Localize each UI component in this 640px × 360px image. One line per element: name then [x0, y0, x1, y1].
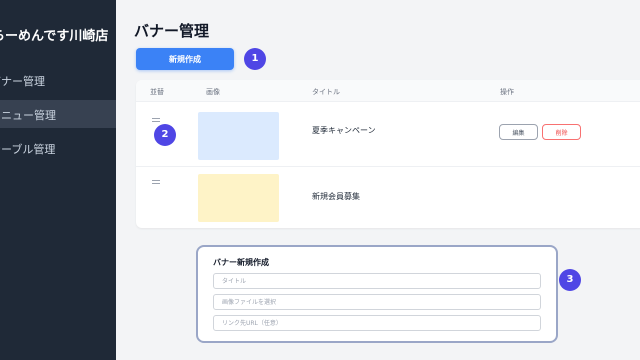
step-badge-3: 3	[559, 269, 581, 291]
column-header-sort: 並替	[150, 88, 164, 96]
shop-name: らーめんです川崎店	[0, 29, 109, 44]
column-header-title: タイトル	[312, 88, 340, 96]
delete-button[interactable]: 削除	[542, 124, 581, 140]
column-header-actions: 操作	[500, 88, 514, 96]
form-title: バナー新規作成	[213, 258, 269, 267]
new-banner-form: バナー新規作成	[196, 245, 558, 343]
step-badge-2: 2	[154, 124, 176, 146]
drag-handle-icon[interactable]	[152, 118, 160, 122]
sidebar: らーめんです川崎店 バナー管理 メニュー管理 テーブル管理	[0, 0, 116, 360]
sidebar-item-menu[interactable]: メニュー管理	[0, 100, 116, 128]
table-row: 夏季キャンペーン 編集 削除	[136, 106, 640, 167]
sidebar-item-table[interactable]: テーブル管理	[0, 134, 116, 162]
sidebar-item-label: テーブル管理	[0, 143, 56, 156]
sidebar-item-label: メニュー管理	[0, 109, 56, 122]
sidebar-item-banner[interactable]: バナー管理	[0, 66, 116, 94]
banner-title: 新規会員募集	[312, 192, 360, 201]
step-badge-1: 1	[244, 48, 266, 70]
drag-handle-icon[interactable]	[152, 180, 160, 184]
link-url-input[interactable]	[213, 315, 541, 331]
edit-button[interactable]: 編集	[499, 124, 538, 140]
table-header: 並替 画像 タイトル 操作	[136, 80, 640, 102]
new-banner-button[interactable]: 新規作成	[136, 48, 234, 70]
banner-table: 並替 画像 タイトル 操作 夏季キャンペーン 編集 削除 新規会員募集	[136, 80, 640, 228]
title-input[interactable]	[213, 273, 541, 289]
sidebar-item-label: バナー管理	[0, 75, 45, 88]
banner-thumbnail	[198, 112, 279, 160]
column-header-image: 画像	[206, 88, 220, 96]
table-row: 新規会員募集	[136, 168, 640, 228]
banner-title: 夏季キャンペーン	[312, 126, 376, 135]
page-title: バナー管理	[134, 22, 210, 40]
image-file-input[interactable]	[213, 294, 541, 310]
banner-thumbnail	[198, 174, 279, 222]
